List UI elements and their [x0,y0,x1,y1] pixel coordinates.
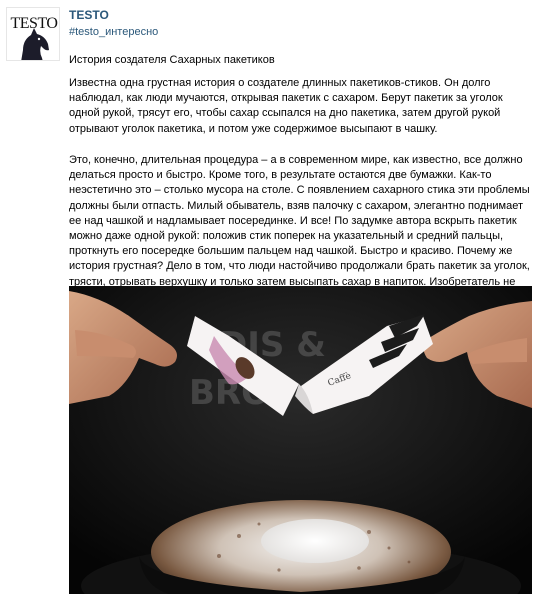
group-name-link[interactable]: TESTO [69,8,109,22]
sugar-stick-photo-icon: DIS & BRO Caffè [69,286,532,594]
post-photo[interactable]: DIS & BRO Caffè [69,286,532,594]
post-paragraph-1: Известна одна грустная история о создате… [69,77,503,135]
group-avatar[interactable]: TESTO [6,7,60,61]
hashtag-link[interactable]: #testo_интересно [69,26,158,38]
horse-logo-icon [21,28,49,60]
post-title: История создателя Сахарных пакетиков [69,54,275,66]
